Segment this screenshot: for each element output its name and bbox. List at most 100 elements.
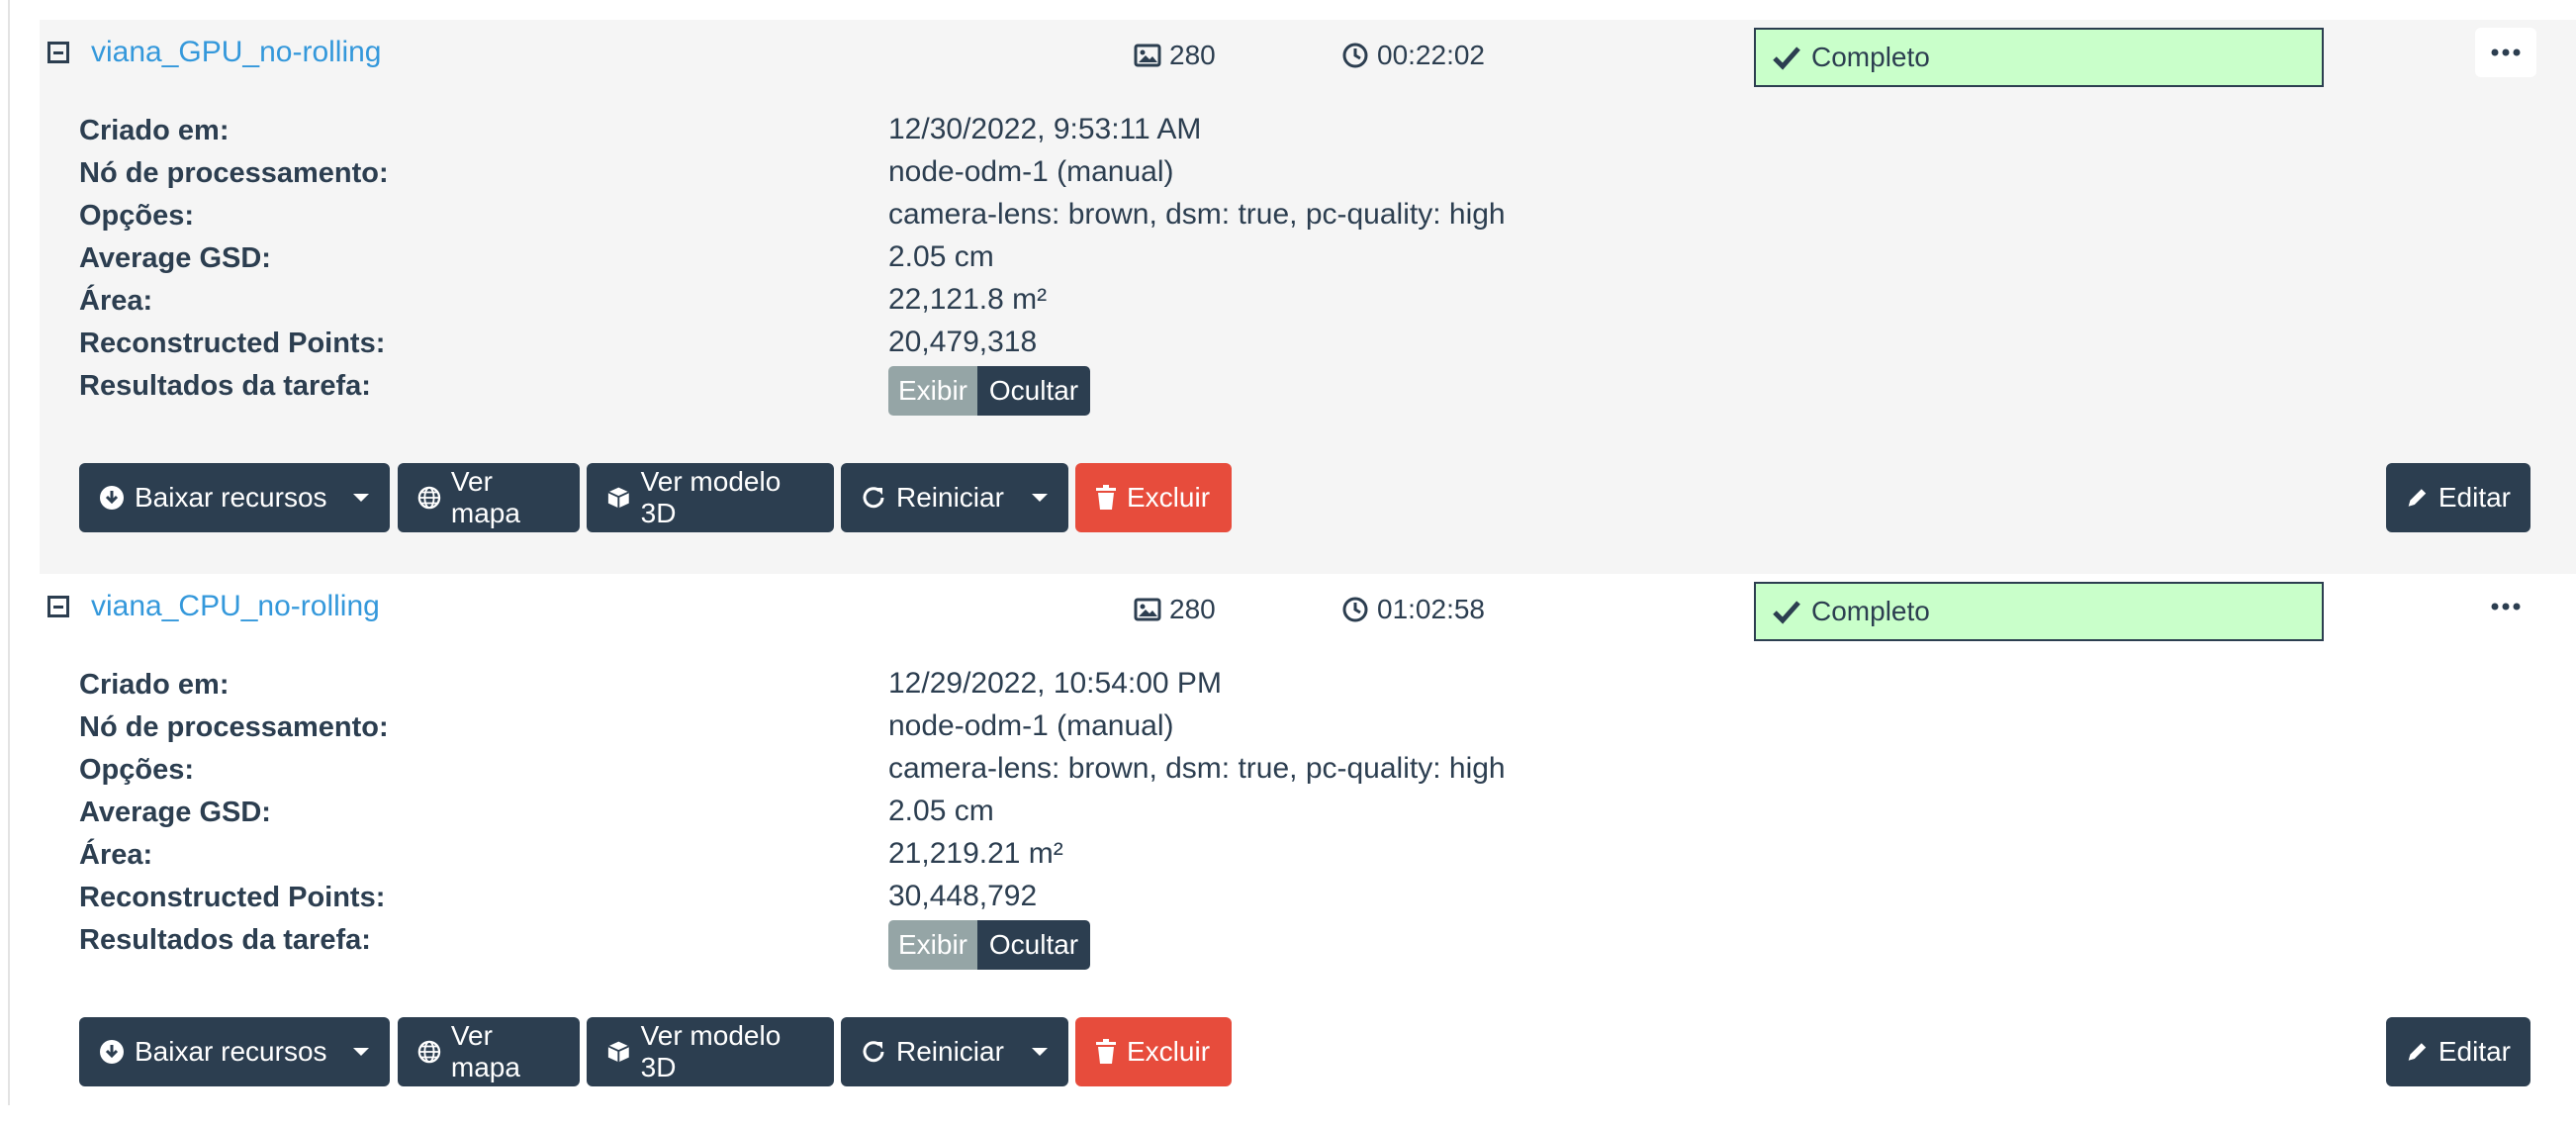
ellipsis-icon xyxy=(2491,48,2521,56)
trash-icon xyxy=(1096,1039,1116,1064)
label-area: Área: xyxy=(79,285,153,317)
status-badge: Completo xyxy=(1754,28,2324,87)
task-name-link[interactable]: viana_CPU_no-rolling xyxy=(91,590,380,623)
trash-icon xyxy=(1096,485,1116,510)
caret-down-icon[interactable] xyxy=(1031,493,1049,503)
value-created: 12/30/2022, 9:53:11 AM xyxy=(888,113,1202,145)
globe-icon xyxy=(417,1040,441,1064)
download-label: Baixar recursos xyxy=(135,482,327,513)
caret-down-icon[interactable] xyxy=(352,493,370,503)
image-count: 280 xyxy=(1134,40,1216,71)
globe-icon xyxy=(417,486,441,510)
value-node: node-odm-1 (manual) xyxy=(888,155,1174,188)
view-3d-model-label: Ver modelo 3D xyxy=(640,466,782,528)
left-border xyxy=(8,0,10,1105)
status-text: Completo xyxy=(1811,42,1930,72)
edit-button[interactable]: Editar xyxy=(2386,463,2530,532)
value-area: 21,219.21 m² xyxy=(888,837,1063,870)
cube-icon xyxy=(607,487,630,509)
value-area: 22,121.8 m² xyxy=(888,283,1048,316)
image-count: 280 xyxy=(1134,594,1216,625)
edit-button[interactable]: Editar xyxy=(2386,1017,2530,1086)
view-3d-model-label: Ver modelo 3D xyxy=(640,1020,782,1082)
label-gsd: Average GSD: xyxy=(79,242,271,274)
duration-value: 00:22:02 xyxy=(1377,40,1485,70)
pencil-icon xyxy=(2408,489,2427,507)
value-points: 30,448,792 xyxy=(888,880,1038,912)
show-results-button[interactable]: Exibir xyxy=(888,366,977,416)
value-created: 12/29/2022, 10:54:00 PM xyxy=(888,667,1222,700)
restart-label: Reiniciar xyxy=(896,482,1004,513)
label-node: Nó de processamento: xyxy=(79,711,389,743)
label-results: Resultados da tarefa: xyxy=(79,370,371,402)
more-options-button[interactable] xyxy=(2475,28,2536,77)
value-options: camera-lens: brown, dsm: true, pc-qualit… xyxy=(888,752,1506,785)
image-count-value: 280 xyxy=(1169,40,1216,70)
label-node: Nó de processamento: xyxy=(79,157,389,189)
restart-label: Reiniciar xyxy=(896,1036,1004,1067)
hide-results-button[interactable]: Ocultar xyxy=(977,920,1090,970)
ellipsis-icon xyxy=(2491,603,2521,611)
view-map-button[interactable]: Ver mapa xyxy=(398,463,580,532)
image-icon xyxy=(1134,598,1161,621)
label-gsd: Average GSD: xyxy=(79,797,271,828)
delete-button[interactable]: Excluir xyxy=(1075,1017,1232,1086)
view-map-label: Ver mapa xyxy=(450,466,520,528)
download-label: Baixar recursos xyxy=(135,1036,327,1067)
value-node: node-odm-1 (manual) xyxy=(888,709,1174,742)
task-panel: viana_CPU_no-rolling 280 01:02:58 Comple… xyxy=(40,574,2576,1128)
value-points: 20,479,318 xyxy=(888,326,1038,358)
label-points: Reconstructed Points: xyxy=(79,882,386,913)
image-count-value: 280 xyxy=(1169,594,1216,624)
download-icon xyxy=(100,1040,124,1064)
cube-icon xyxy=(607,1041,630,1063)
label-points: Reconstructed Points: xyxy=(79,328,386,359)
status-text: Completo xyxy=(1811,596,1930,626)
caret-down-icon[interactable] xyxy=(352,1047,370,1057)
edit-label: Editar xyxy=(2438,482,2511,513)
label-area: Área: xyxy=(79,839,153,871)
download-assets-button[interactable]: Baixar recursos xyxy=(79,1017,390,1086)
label-options: Opções: xyxy=(79,754,195,786)
check-icon xyxy=(1773,601,1800,624)
results-toggle: Exibir Ocultar xyxy=(888,366,1090,416)
results-toggle: Exibir Ocultar xyxy=(888,920,1090,970)
collapse-icon[interactable] xyxy=(47,596,69,617)
view-3d-model-button[interactable]: Ver modelo 3D xyxy=(587,463,834,532)
label-created: Criado em: xyxy=(79,115,230,146)
view-map-button[interactable]: Ver mapa xyxy=(398,1017,580,1086)
delete-button[interactable]: Excluir xyxy=(1075,463,1232,532)
value-gsd: 2.05 cm xyxy=(888,795,994,827)
restart-button[interactable]: Reiniciar xyxy=(841,463,1068,532)
check-icon xyxy=(1773,47,1800,70)
pencil-icon xyxy=(2408,1043,2427,1061)
caret-down-icon[interactable] xyxy=(1031,1047,1049,1057)
show-results-button[interactable]: Exibir xyxy=(888,920,977,970)
collapse-icon[interactable] xyxy=(47,42,69,63)
download-assets-button[interactable]: Baixar recursos xyxy=(79,463,390,532)
label-results: Resultados da tarefa: xyxy=(79,924,371,956)
restart-button[interactable]: Reiniciar xyxy=(841,1017,1068,1086)
status-badge: Completo xyxy=(1754,582,2324,641)
delete-label: Excluir xyxy=(1127,1036,1211,1067)
download-icon xyxy=(100,486,124,510)
hide-results-button[interactable]: Ocultar xyxy=(977,366,1090,416)
refresh-icon xyxy=(863,487,884,509)
duration: 00:22:02 xyxy=(1341,40,1485,71)
duration: 01:02:58 xyxy=(1341,594,1485,625)
more-options-button[interactable] xyxy=(2475,582,2536,631)
edit-label: Editar xyxy=(2438,1036,2511,1067)
refresh-icon xyxy=(863,1041,884,1063)
value-gsd: 2.05 cm xyxy=(888,240,994,273)
delete-label: Excluir xyxy=(1127,482,1211,513)
duration-value: 01:02:58 xyxy=(1377,594,1485,624)
view-map-label: Ver mapa xyxy=(450,1020,520,1082)
view-3d-model-button[interactable]: Ver modelo 3D xyxy=(587,1017,834,1086)
image-icon xyxy=(1134,44,1161,67)
clock-icon xyxy=(1342,597,1368,622)
task-panel: viana_GPU_no-rolling 280 00:22:02 Comple… xyxy=(40,20,2576,574)
clock-icon xyxy=(1342,43,1368,68)
label-created: Criado em: xyxy=(79,669,230,701)
label-options: Opções: xyxy=(79,200,195,232)
task-name-link[interactable]: viana_GPU_no-rolling xyxy=(91,36,382,69)
